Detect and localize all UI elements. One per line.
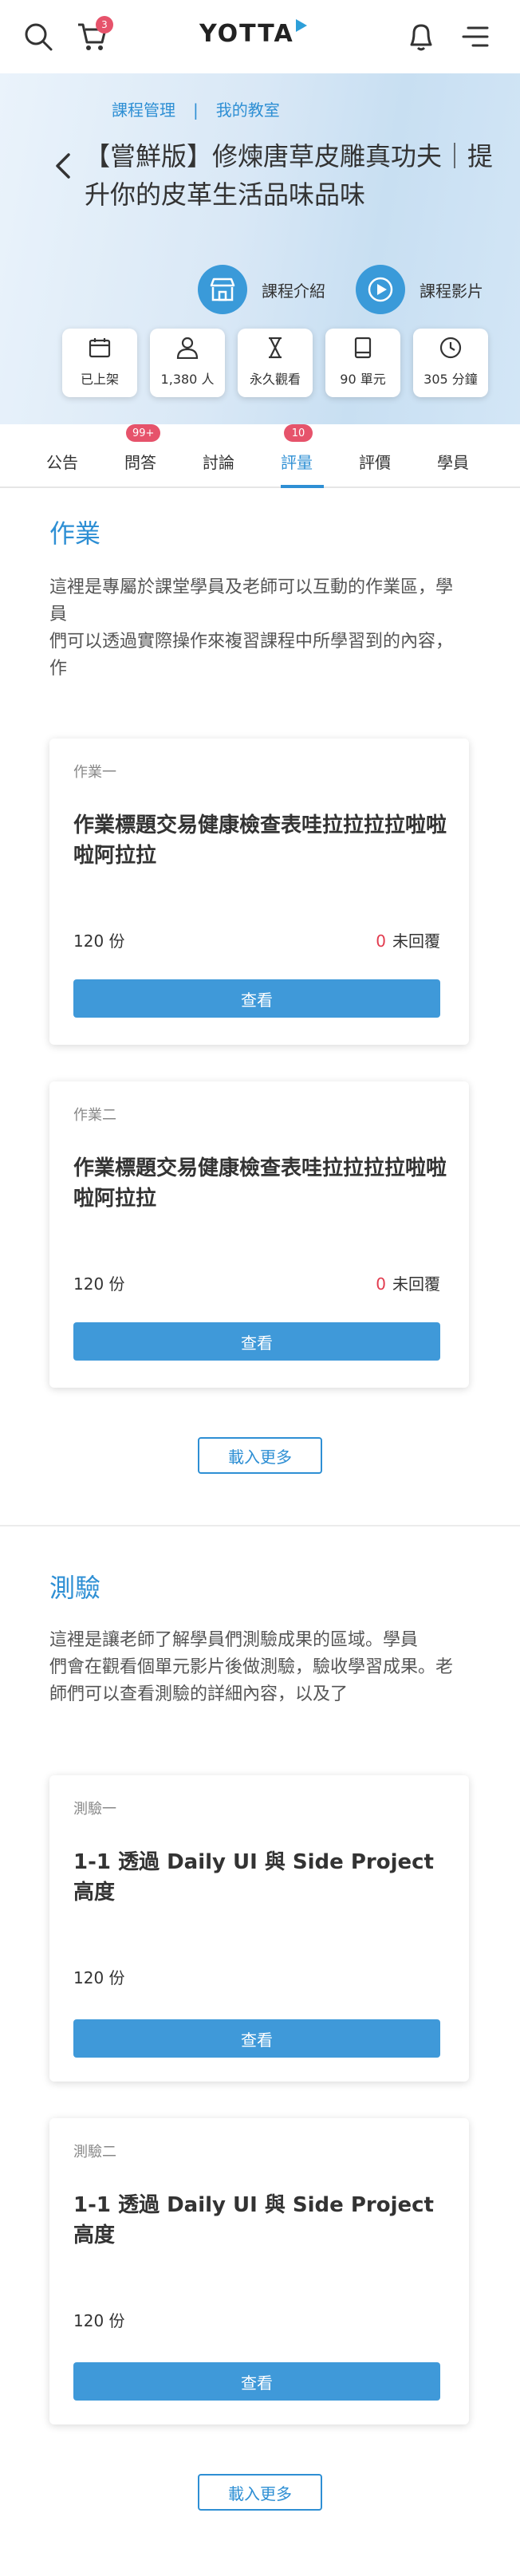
assignment-unreplied: 0 未回覆 (376, 928, 440, 951)
view-button[interactable]: 查看 (73, 1322, 440, 1361)
clock-icon (439, 337, 463, 362)
tab-students[interactable]: 學員 (437, 450, 469, 473)
quiz-card: 測驗二 1-1 透過 Daily UI 與 Side Project 高度 12… (49, 2118, 469, 2424)
quiz-title: 1-1 透過 Daily UI 與 Side Project 高度 (73, 1850, 434, 1904)
quiz-count: 120 份 (73, 1968, 125, 1987)
assignment-unreplied: 0 未回覆 (376, 1271, 440, 1294)
unreplied-label: 未回覆 (392, 1274, 440, 1294)
stat-duration-label: 305 分鐘 (423, 372, 478, 387)
quizzes-description-line: 這裡是讓老師了解學員們測驗成果的區域。學員 (49, 1630, 419, 1650)
stat-status: 已上架 (62, 329, 137, 397)
stat-units: 90 單元 (325, 329, 400, 397)
view-button[interactable]: 查看 (73, 2362, 440, 2401)
stat-students-label: 1,380 人 (160, 372, 215, 387)
unreplied-count: 0 (376, 932, 386, 951)
assignments-description-line: 們可以透過實際操作來複習課程中所學習到的內容，作 (49, 632, 454, 679)
assignments-description: 這裡是專屬於課堂學員及老師可以互動的作業區，學員 們可以透過實際操作來複習課程中… (49, 574, 461, 683)
top-app-bar: 3 YOTTA (0, 0, 520, 73)
bell-icon[interactable] (404, 19, 439, 54)
assignment-kicker: 作業一 (73, 764, 116, 781)
unreplied-count: 0 (376, 1274, 386, 1294)
quiz-title: 1-1 透過 Daily UI 與 Side Project 高度 (73, 2193, 434, 2247)
calendar-icon (88, 337, 112, 362)
tab-assessment-badge: 10 (284, 424, 313, 442)
assignment-count: 120 份 (73, 932, 125, 951)
assignments-description-line: 這裡是專屬於課堂學員及老師可以互動的作業區，學員 (49, 577, 454, 624)
stat-students: 1,380 人 (150, 329, 225, 397)
assignment-title: 作業標題交易健康檢查表哇拉拉拉拉啦啦啦阿拉拉 (73, 1156, 447, 1211)
load-more-quizzes-button[interactable]: 載入更多 (198, 2474, 322, 2511)
assignment-title: 作業標題交易健康檢查表哇拉拉拉拉啦啦啦阿拉拉 (73, 813, 447, 868)
load-more-assignments-button[interactable]: 載入更多 (198, 1437, 322, 1474)
section-divider (0, 1525, 520, 1526)
assignment-card: 作業二 作業標題交易健康檢查表哇拉拉拉拉啦啦啦阿拉拉 120 份 0 未回覆 查看 (49, 1081, 469, 1388)
quiz-kicker: 測驗二 (73, 2144, 116, 2160)
quizzes-description-line: 們會在觀看個單元影片後做測驗，驗收學習成果。老師們可以查看測驗的詳細內容，以及了 (49, 1657, 454, 1704)
search-icon[interactable] (21, 19, 56, 54)
breadcrumb-course-management[interactable]: 課程管理 (112, 100, 175, 120)
tab-reviews[interactable]: 評價 (359, 450, 391, 473)
active-tab-indicator (281, 485, 324, 488)
view-button[interactable]: 查看 (73, 2019, 440, 2058)
course-video-label: 課程影片 (420, 281, 483, 301)
back-arrow-icon[interactable] (51, 150, 75, 182)
assignment-count: 120 份 (73, 1274, 125, 1294)
tab-announcements[interactable]: 公告 (46, 450, 78, 473)
quiz-kicker: 測驗一 (73, 1801, 116, 1818)
tab-discussion[interactable]: 討論 (203, 450, 234, 473)
course-title: 【嘗鮮版】修煉唐草皮雕真功夫｜提升你的皮革生活品味品味 (85, 141, 494, 210)
stat-status-label: 已上架 (80, 372, 119, 387)
breadcrumb-separator: | (193, 100, 199, 120)
view-button[interactable]: 查看 (73, 979, 440, 1018)
play-icon (356, 265, 405, 314)
assignment-kicker: 作業二 (73, 1107, 116, 1124)
hourglass-icon (263, 337, 287, 362)
storefront-icon (198, 265, 247, 314)
yotta-logo[interactable]: YOTTA (199, 19, 307, 48)
quiz-card: 測驗一 1-1 透過 Daily UI 與 Side Project 高度 12… (49, 1775, 469, 2082)
quizzes-title: 測驗 (49, 1573, 101, 1603)
assignments-title: 作業 (49, 518, 101, 549)
course-intro-label: 課程介紹 (262, 281, 325, 301)
course-intro-button[interactable]: 課程介紹 (198, 265, 325, 314)
unreplied-label: 未回覆 (392, 932, 440, 951)
book-icon (351, 337, 375, 362)
quiz-count: 120 份 (73, 2311, 125, 2330)
person-icon (175, 337, 199, 362)
tab-qa-badge: 99+ (126, 424, 161, 442)
stat-access: 永久觀看 (238, 329, 313, 397)
course-hero: 課程管理 | 我的教室 【嘗鮮版】修煉唐草皮雕真功夫｜提升你的皮革生活品味品味 課程… (0, 73, 520, 424)
cart-badge: 3 (96, 16, 113, 33)
stat-duration: 305 分鐘 (413, 329, 488, 397)
assignment-card: 作業一 作業標題交易健康檢查表哇拉拉拉拉啦啦啦阿拉拉 120 份 0 未回覆 查看 (49, 739, 469, 1045)
menu-icon[interactable] (458, 19, 493, 54)
course-video-button[interactable]: 課程影片 (356, 265, 483, 314)
tab-bar: 公告 問答 99+ 討論 評量 10 評價 學員 (0, 424, 520, 488)
quizzes-description: 這裡是讓老師了解學員們測驗成果的區域。學員 們會在觀看個單元影片後做測驗，驗收學… (49, 1627, 461, 1708)
breadcrumb: 課程管理 | 我的教室 (112, 97, 280, 120)
stat-access-label: 永久觀看 (249, 372, 301, 387)
tab-qa[interactable]: 問答 (124, 450, 156, 473)
stat-units-label: 90 單元 (340, 372, 386, 387)
tab-assessment[interactable]: 評量 (281, 450, 313, 473)
breadcrumb-my-classroom[interactable]: 我的教室 (216, 100, 280, 120)
